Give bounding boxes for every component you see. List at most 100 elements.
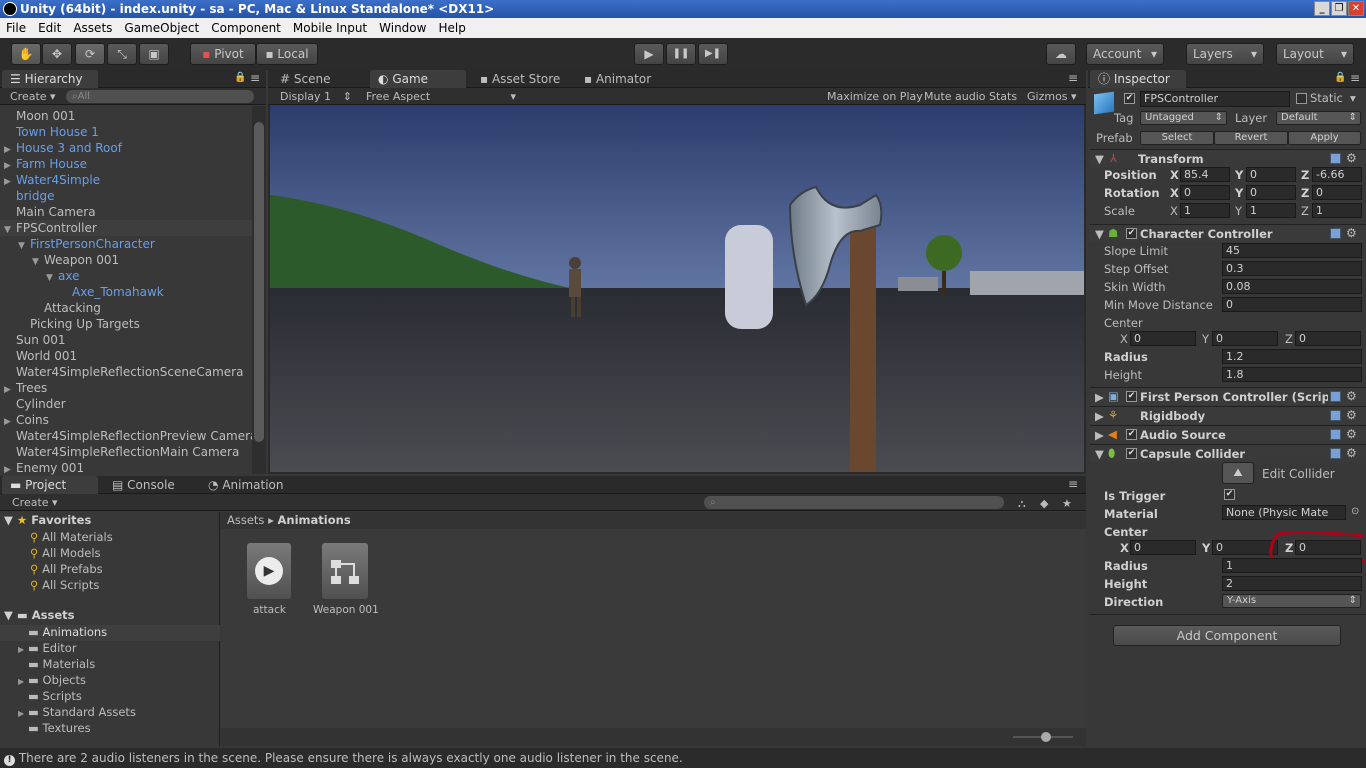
help-icon[interactable] — [1330, 153, 1341, 164]
hierarchy-item[interactable]: Water4SimpleReflectionPreview Camera — [0, 428, 257, 444]
edit-collider-button[interactable]: ⛰ — [1222, 462, 1254, 484]
favorite-item[interactable]: ⚲ All Prefabs — [30, 562, 103, 576]
tab-hierarchy[interactable]: ☰ Hierarchy — [2, 70, 98, 88]
step-offset-field[interactable]: 0.3 — [1222, 261, 1362, 276]
project-search-input[interactable]: ⌕ — [704, 496, 1004, 509]
hierarchy-item[interactable]: ▼ Weapon 001 — [0, 252, 252, 268]
hierarchy-item[interactable]: ▼ FPSController — [0, 220, 252, 236]
foldout-arrow-icon[interactable]: ▼ — [1095, 447, 1104, 461]
lock-icon[interactable]: 🔒 — [1334, 72, 1346, 83]
zoom-slider-handle[interactable] — [1041, 732, 1051, 742]
foldout-arrow-icon[interactable]: ▼ — [1095, 152, 1104, 166]
layers-dropdown[interactable]: Layers ▾ — [1186, 43, 1264, 65]
object-picker-icon[interactable]: ⊙ — [1351, 506, 1359, 517]
prefab-select-button[interactable]: Select — [1140, 131, 1214, 145]
asset-folder-item[interactable]: ▶ ▬ Objects — [0, 673, 220, 689]
hierarchy-item[interactable]: World 001 — [0, 348, 252, 364]
active-checkbox[interactable]: ✔ — [1124, 93, 1135, 104]
gizmos-dropdown[interactable]: Gizmos ▾ — [1027, 88, 1077, 105]
audio-source-header[interactable]: ▶ ◀ ✔ Audio Source ⚙ — [1090, 425, 1366, 443]
lock-icon[interactable]: 🔒 — [234, 72, 246, 83]
foldout-arrow-icon[interactable]: ▶ — [1095, 428, 1104, 442]
foldout-arrow-icon[interactable]: ▶ — [1095, 390, 1104, 404]
help-icon[interactable] — [1330, 410, 1341, 421]
menu-gameobject[interactable]: GameObject — [118, 18, 205, 38]
direction-dropdown[interactable]: Y-Axis ⇕ — [1222, 594, 1361, 608]
capsule-enabled-checkbox[interactable]: ✔ — [1126, 448, 1137, 459]
hierarchy-item[interactable]: Town House 1 — [0, 124, 252, 140]
stats-toggle[interactable]: Stats — [989, 88, 1017, 105]
panel-menu-icon[interactable]: ≡ — [1350, 71, 1360, 85]
hierarchy-item[interactable]: bridge — [0, 188, 252, 204]
menu-help[interactable]: Help — [432, 18, 471, 38]
rigidbody-header[interactable]: ▶ ⚘ Rigidbody ⚙ — [1090, 406, 1366, 424]
rotate-tool-icon[interactable]: ⟳ — [75, 43, 105, 65]
step-button[interactable]: ▶❚ — [698, 43, 728, 65]
cc-center-z-field[interactable]: 0 — [1295, 331, 1361, 346]
asset-folder-item[interactable]: ▶ ▬ Standard Assets — [0, 705, 220, 721]
layout-dropdown[interactable]: Layout ▾ — [1276, 43, 1354, 65]
position-y-field[interactable]: 0 — [1246, 167, 1296, 182]
hierarchy-item[interactable]: ▶ Trees — [0, 380, 252, 396]
local-toggle[interactable]: ▪ Local — [256, 43, 318, 65]
menu-mobile-input[interactable]: Mobile Input — [287, 18, 373, 38]
animator-controller-item[interactable] — [322, 543, 368, 599]
help-icon[interactable] — [1330, 228, 1341, 239]
favorites-section[interactable]: ▼ ★ Favorites — [4, 513, 91, 527]
menu-edit[interactable]: Edit — [32, 18, 67, 38]
tab-inspector[interactable]: ⓘ Inspector — [1090, 70, 1186, 88]
foldout-arrow-icon[interactable]: ▼ — [1095, 227, 1104, 241]
hierarchy-item[interactable]: ▶ Water4Simple — [0, 172, 252, 188]
minimize-button[interactable]: _ — [1314, 1, 1330, 16]
create-dropdown[interactable]: Create ▾ — [10, 88, 56, 105]
help-icon[interactable] — [1330, 429, 1341, 440]
tab-animator[interactable]: ▪ Animator — [576, 70, 659, 88]
capsule-center-x-field[interactable]: 0 — [1130, 540, 1196, 555]
foldout-arrow-icon[interactable]: ▼ — [32, 254, 44, 270]
scale-x-field[interactable]: 1 — [1180, 203, 1230, 218]
status-bar[interactable]: ! There are 2 audio listeners in the sce… — [0, 748, 1366, 768]
hierarchy-item[interactable]: Water4SimpleReflectionSceneCamera — [0, 364, 252, 380]
hierarchy-item[interactable]: ▶ Farm House — [0, 156, 252, 172]
hierarchy-item[interactable]: ▶ Coins — [0, 412, 252, 428]
rotation-z-field[interactable]: 0 — [1312, 185, 1362, 200]
menu-assets[interactable]: Assets — [67, 18, 118, 38]
tab-scene[interactable]: # Scene — [272, 70, 338, 88]
project-create-dropdown[interactable]: Create ▾ — [12, 494, 58, 511]
asset-folder-item[interactable]: ▬ Materials — [0, 657, 220, 673]
menu-component[interactable]: Component — [205, 18, 287, 38]
cc-center-x-field[interactable]: 0 — [1130, 331, 1196, 346]
fpc-enabled-checkbox[interactable]: ✔ — [1126, 391, 1137, 402]
hierarchy-item[interactable]: Attacking — [0, 300, 252, 316]
cloud-icon[interactable]: ☁ — [1046, 43, 1076, 65]
object-name-field[interactable]: FPSController — [1140, 91, 1290, 107]
prefab-apply-button[interactable]: Apply — [1288, 131, 1361, 145]
capsule-height-field[interactable]: 2 — [1222, 576, 1362, 591]
layer-dropdown[interactable]: Default ⇕ — [1276, 111, 1361, 125]
prefab-revert-button[interactable]: Revert — [1214, 131, 1288, 145]
tab-game[interactable]: ◐ Game — [370, 70, 466, 88]
hierarchy-item[interactable]: Moon 001 — [0, 108, 252, 124]
scale-z-field[interactable]: 1 — [1312, 203, 1362, 218]
hierarchy-search-input[interactable]: ⌕All — [66, 90, 254, 103]
position-x-field[interactable]: 85.4 — [1180, 167, 1230, 182]
material-field[interactable]: None (Physic Mate — [1222, 505, 1346, 520]
hierarchy-item[interactable]: ▶ House 3 and Roof — [0, 140, 252, 156]
display-dropdown[interactable]: Display 1 ⇕ — [274, 89, 354, 104]
cc-radius-field[interactable]: 1.2 — [1222, 349, 1362, 364]
foldout-arrow-icon[interactable]: ▶ — [18, 677, 28, 686]
aspect-dropdown[interactable]: Free Aspect ▾ — [360, 89, 520, 104]
play-button[interactable]: ▶ — [634, 43, 664, 65]
asset-folder-item[interactable]: ▬ Textures — [0, 721, 220, 737]
rotation-x-field[interactable]: 0 — [1180, 185, 1230, 200]
hierarchy-item[interactable]: ▼ axe — [0, 268, 252, 284]
scale-tool-icon[interactable]: ⤡ — [107, 43, 137, 65]
hierarchy-scrollbar[interactable] — [252, 106, 266, 474]
hierarchy-item[interactable]: Sun 001 — [0, 332, 252, 348]
scale-y-field[interactable]: 1 — [1246, 203, 1296, 218]
skin-width-field[interactable]: 0.08 — [1222, 279, 1362, 294]
game-viewport[interactable] — [270, 105, 1084, 472]
fpc-header[interactable]: ▶ ▣ ✔ First Person Controller (Scrip ⚙ — [1090, 387, 1366, 405]
hierarchy-item[interactable]: Axe_Tomahawk — [0, 284, 252, 300]
gear-icon[interactable]: ⚙ — [1346, 408, 1357, 422]
